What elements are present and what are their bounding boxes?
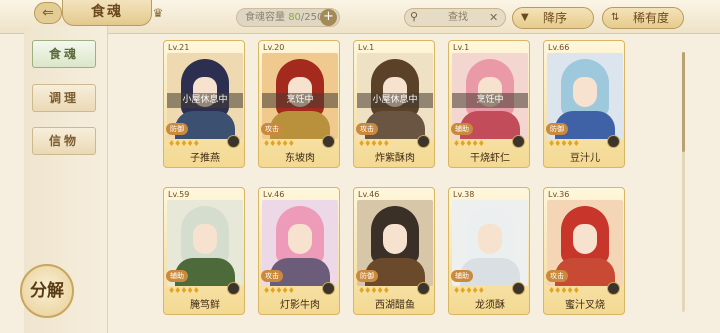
food-soul-card[interactable]: Lv.59 辅助 ♦♦♦♦♦ 腌笃鲜 (163, 187, 245, 315)
card-name: 西湖醋鱼 (375, 300, 415, 311)
rating-stars-icon: ♦♦♦♦♦ (453, 139, 485, 148)
rating-stars-icon: ♦♦♦♦♦ (358, 286, 390, 295)
card-role-tag: 攻击 (261, 270, 283, 282)
food-soul-card[interactable]: Lv.46 攻击 ♦♦♦♦♦ 灯影牛肉 (258, 187, 340, 315)
food-soul-card[interactable]: Lv.38 辅助 ♦♦♦♦♦ 龙须酥 (448, 187, 530, 315)
search-icon: ⚲ (410, 10, 419, 23)
element-badge-icon (607, 282, 620, 295)
rating-stars-icon: ♦♦♦♦♦ (548, 139, 580, 148)
card-name: 东坡肉 (285, 153, 315, 164)
card-name: 子推燕 (190, 153, 220, 164)
card-status: 小屋休息中 (357, 93, 433, 108)
card-level: Lv.46 (263, 190, 285, 199)
card-role-tag: 辅助 (166, 270, 188, 282)
sort-arrow-icon: ▼ (521, 12, 529, 23)
food-soul-card[interactable]: Lv.20 烹饪中攻击 ♦♦♦♦♦ 东坡肉 (258, 40, 340, 168)
portrait-face (383, 224, 407, 254)
card-status: 烹饪中 (452, 93, 528, 108)
back-button[interactable]: ⇐ (34, 2, 62, 24)
element-badge-icon (227, 282, 240, 295)
element-badge-icon (322, 135, 335, 148)
portrait-face (478, 224, 502, 254)
back-arrow-icon: ⇐ (42, 5, 54, 21)
card-level: Lv.20 (263, 43, 285, 52)
card-level: Lv.1 (453, 43, 470, 52)
card-name: 干烧虾仁 (470, 153, 510, 164)
expand-capacity-button[interactable]: + (320, 9, 337, 26)
card-role-tag: 攻击 (546, 270, 568, 282)
card-name: 灯影牛肉 (280, 300, 320, 311)
food-soul-card[interactable]: Lv.46 防御 ♦♦♦♦♦ 西湖醋鱼 (353, 187, 435, 315)
crown-icon: ♛ (152, 6, 164, 20)
search-placeholder: 查找 (448, 12, 468, 23)
card-name: 豆汁儿 (570, 153, 600, 164)
card-role-tag: 辅助 (451, 270, 473, 282)
food-soul-card[interactable]: Lv.36 攻击 ♦♦♦♦♦ 蜜汁叉烧 (543, 187, 625, 315)
scroll-thumb[interactable] (682, 52, 685, 152)
element-badge-icon (512, 135, 525, 148)
portrait-face (573, 224, 597, 254)
card-name: 龙须酥 (475, 300, 505, 311)
card-status: 小屋休息中 (167, 93, 243, 108)
tab-conditioning[interactable]: 调理 (32, 84, 96, 112)
card-level: Lv.21 (168, 43, 190, 52)
rating-stars-icon: ♦♦♦♦♦ (263, 139, 295, 148)
portrait-face (573, 77, 597, 107)
card-role-tag: 攻击 (356, 123, 378, 135)
rating-stars-icon: ♦♦♦♦♦ (548, 286, 580, 295)
scrollbar[interactable] (682, 52, 685, 312)
sort-order-button[interactable]: ▼ 降序 (512, 7, 594, 29)
clear-icon[interactable]: ✕ (489, 9, 501, 26)
swap-icon: ⇅ (611, 12, 620, 23)
tab-food-souls[interactable]: 食魂 (32, 40, 96, 68)
element-badge-icon (227, 135, 240, 148)
card-name: 腌笃鲜 (190, 300, 220, 311)
card-role-tag: 辅助 (451, 123, 473, 135)
food-soul-card[interactable]: Lv.1 烹饪中辅助 ♦♦♦♦♦ 干烧虾仁 (448, 40, 530, 168)
element-badge-icon (512, 282, 525, 295)
top-bar: ⇐ 食魂 ♛ 食魂容量 80/250 + ⚲ 查找 ✕ ▼ 降序 ⇅ 稀有度 (0, 0, 720, 34)
capacity-current: 80 (288, 12, 301, 23)
search-input[interactable]: ⚲ 查找 ✕ (404, 8, 506, 27)
card-level: Lv.1 (358, 43, 375, 52)
card-level: Lv.66 (548, 43, 570, 52)
card-level: Lv.38 (453, 190, 475, 199)
element-badge-icon (607, 135, 620, 148)
portrait-face (193, 224, 217, 254)
card-role-tag: 攻击 (261, 123, 283, 135)
card-level: Lv.36 (548, 190, 570, 199)
rating-stars-icon: ♦♦♦♦♦ (168, 139, 200, 148)
food-soul-card[interactable]: Lv.66 防御 ♦♦♦♦♦ 豆汁儿 (543, 40, 625, 168)
rating-stars-icon: ♦♦♦♦♦ (358, 139, 390, 148)
rating-stars-icon: ♦♦♦♦♦ (263, 286, 295, 295)
rarity-filter-label: 稀有度 (633, 11, 670, 25)
food-soul-card[interactable]: Lv.21 小屋休息中防御 ♦♦♦♦♦ 子推燕 (163, 40, 245, 168)
food-soul-card[interactable]: Lv.1 小屋休息中攻击 ♦♦♦♦♦ 炸紫酥肉 (353, 40, 435, 168)
tab-tokens[interactable]: 信物 (32, 127, 96, 155)
card-level: Lv.59 (168, 190, 190, 199)
card-status: 烹饪中 (262, 93, 338, 108)
card-role-tag: 防御 (356, 270, 378, 282)
rating-stars-icon: ♦♦♦♦♦ (453, 286, 485, 295)
page-title: 食魂 (62, 0, 152, 26)
card-name: 蜜汁叉烧 (565, 300, 605, 311)
rarity-filter-button[interactable]: ⇅ 稀有度 (602, 7, 684, 29)
card-name: 炸紫酥肉 (375, 153, 415, 164)
capacity-label: 食魂容量 (245, 12, 289, 23)
card-role-tag: 防御 (546, 123, 568, 135)
card-level: Lv.46 (358, 190, 380, 199)
sort-order-label: 降序 (543, 11, 568, 25)
decompose-button[interactable]: 分解 (20, 264, 74, 318)
element-badge-icon (417, 135, 430, 148)
element-badge-icon (322, 282, 335, 295)
element-badge-icon (417, 282, 430, 295)
card-role-tag: 防御 (166, 123, 188, 135)
portrait-face (288, 224, 312, 254)
rating-stars-icon: ♦♦♦♦♦ (168, 286, 200, 295)
